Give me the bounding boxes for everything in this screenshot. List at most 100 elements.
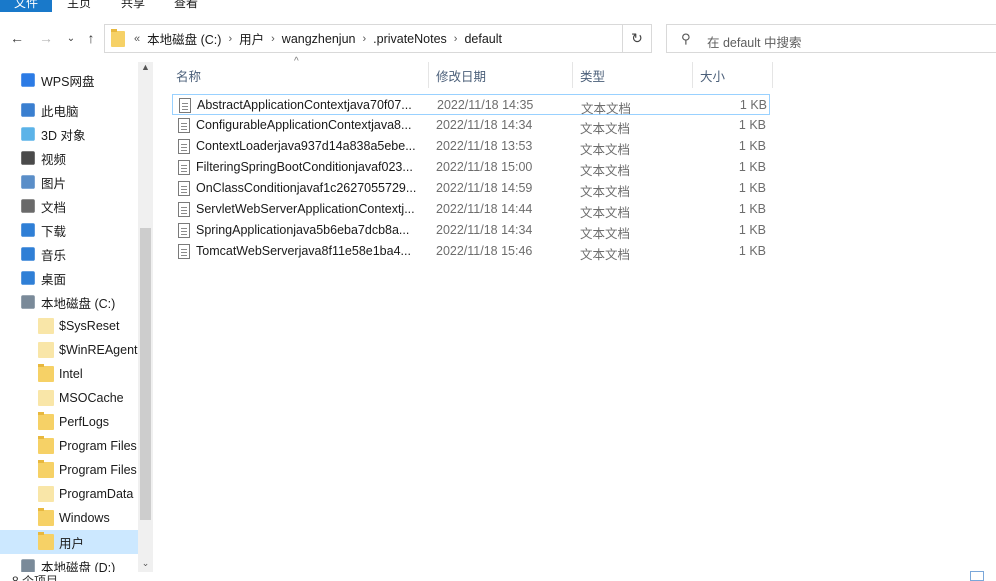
column-size[interactable]: 大小: [700, 62, 725, 88]
tab-share[interactable]: 共享: [121, 0, 145, 12]
file-row[interactable]: TomcatWebServerjava8f11e58e1ba4... 2022/1…: [172, 241, 770, 262]
nav-item[interactable]: 此电脑: [20, 98, 79, 122]
tab-view[interactable]: 查看: [174, 0, 198, 12]
column-divider[interactable]: [772, 62, 773, 88]
column-divider[interactable]: [572, 62, 573, 88]
music-icon: [21, 247, 35, 261]
column-divider[interactable]: [692, 62, 693, 88]
nav-item-label: Program Files: [59, 439, 137, 453]
folder-icon: [38, 460, 54, 478]
file-date: 2022/11/18 13:53: [436, 139, 533, 153]
nav-item-label: 3D 对象: [41, 128, 86, 143]
file-row[interactable]: OnClassConditionjavaf1c2627055729... 2022…: [172, 178, 770, 199]
crumb-separator-icon[interactable]: ›: [225, 33, 235, 45]
nav-item[interactable]: 桌面: [20, 266, 66, 290]
file-row[interactable]: ContextLoaderjava937d14a838a5ebe... 2022/…: [172, 136, 770, 157]
back-button[interactable]: ←: [6, 26, 28, 50]
column-divider[interactable]: [428, 62, 429, 88]
file-date: 2022/11/18 14:59: [436, 181, 533, 195]
nav-item-label: Program Files: [59, 463, 137, 477]
refresh-button[interactable]: ↻: [622, 24, 652, 53]
nav-item[interactable]: 图片: [20, 170, 66, 194]
file-name: ServletWebServerApplicationContextj...: [196, 202, 415, 216]
nav-item[interactable]: 音乐: [20, 242, 66, 266]
download-icon: [21, 223, 35, 237]
sort-ascending-icon: ^: [294, 56, 299, 67]
nav-item[interactable]: $SysReset: [38, 314, 119, 338]
crumb-separator-icon[interactable]: ›: [359, 33, 369, 45]
nav-item-label: 音乐: [41, 248, 67, 263]
nav-item[interactable]: 本地磁盘 (C:): [20, 290, 115, 314]
nav-scrollbar[interactable]: ▲ ⌄: [138, 62, 153, 572]
nav-item-label: Intel: [59, 367, 83, 381]
nav-item-label: 此电脑: [41, 104, 79, 119]
arrow-left-icon: ←: [10, 30, 24, 46]
recent-locations-button[interactable]: ⌄: [60, 26, 82, 50]
nav-item[interactable]: $WinREAgent: [38, 338, 138, 362]
file-date: 2022/11/18 15:46: [436, 244, 533, 258]
text-file-icon: [178, 244, 190, 259]
crumb-drive-c[interactable]: 本地磁盘 (C:): [143, 29, 225, 48]
scroll-thumb[interactable]: [140, 228, 151, 520]
column-type[interactable]: 类型: [580, 62, 605, 88]
nav-item-label: 图片: [41, 176, 67, 191]
file-row[interactable]: ServletWebServerApplicationContextj... 20…: [172, 199, 770, 220]
text-file-icon: [178, 181, 190, 196]
nav-item[interactable]: 本地磁盘 (D:): [20, 554, 115, 572]
crumb-private-notes[interactable]: .privateNotes: [369, 32, 451, 46]
folder-icon: [38, 532, 54, 550]
text-file-icon: [178, 202, 190, 217]
crumb-default[interactable]: default: [460, 32, 506, 46]
column-date[interactable]: 修改日期: [436, 62, 486, 88]
scroll-up-icon[interactable]: ▲: [138, 62, 153, 76]
nav-item[interactable]: PerfLogs: [38, 410, 109, 434]
file-name: TomcatWebServerjava8f11e58e1ba4...: [196, 244, 411, 258]
nav-item[interactable]: MSOCache: [38, 386, 124, 410]
file-row[interactable]: ConfigurableApplicationContextjava8... 20…: [172, 115, 770, 136]
nav-item[interactable]: Windows: [38, 506, 110, 530]
file-type: 文本文档: [580, 122, 631, 136]
arrow-up-icon: ↑: [87, 30, 95, 46]
file-name: AbstractApplicationContextjava70f07...: [197, 98, 412, 112]
nav-item[interactable]: 用户: [0, 530, 138, 554]
crumb-separator-icon[interactable]: ›: [451, 33, 461, 45]
tab-home[interactable]: 主页: [67, 0, 91, 12]
nav-item[interactable]: 下载: [20, 218, 66, 242]
file-type: 文本文档: [580, 185, 631, 199]
nav-item-label: 本地磁盘 (C:): [41, 296, 116, 311]
folder-pale-icon: [38, 486, 54, 502]
arrow-right-icon: →: [39, 30, 53, 46]
scroll-down-icon[interactable]: ⌄: [138, 558, 153, 572]
nav-item[interactable]: WPS网盘: [20, 68, 94, 92]
nav-item[interactable]: 文档: [20, 194, 66, 218]
crumb-user-home[interactable]: wangzhenjun: [278, 32, 360, 46]
nav-item-label: $SysReset: [59, 319, 120, 333]
nav-item[interactable]: ProgramData: [38, 482, 133, 506]
nav-item-label: $WinREAgent: [59, 343, 138, 357]
breadcrumb: « 本地磁盘 (C:) › 用户 › wangzhenjun › .privat…: [131, 25, 506, 52]
nav-item[interactable]: Intel: [38, 362, 83, 386]
file-name: OnClassConditionjavaf1c2627055729...: [196, 181, 417, 195]
crumb-separator-icon[interactable]: ›: [268, 33, 278, 45]
forward-button[interactable]: →: [35, 26, 57, 50]
details-view-icon[interactable]: [970, 571, 984, 581]
column-name[interactable]: 名称: [176, 62, 201, 88]
nav-item[interactable]: Program Files: [38, 434, 137, 458]
tab-file[interactable]: 文件: [0, 0, 52, 12]
search-input[interactable]: 在 default 中搜索: [707, 32, 801, 51]
file-size: 1 KB: [738, 223, 766, 237]
nav-item-label: PerfLogs: [59, 415, 110, 429]
folder-icon: [38, 412, 54, 430]
file-row[interactable]: SpringApplicationjava5b6eba7dcb8a... 2022…: [172, 220, 770, 241]
file-row[interactable]: AbstractApplicationContextjava70f07... 20…: [172, 94, 770, 116]
nav-item[interactable]: 视频: [20, 146, 66, 170]
overflow-chevron-icon[interactable]: «: [131, 33, 143, 45]
file-row[interactable]: FilteringSpringBootConditionjavaf023... 2…: [172, 157, 770, 178]
nav-item[interactable]: Program Files: [38, 458, 137, 482]
address-bar[interactable]: « 本地磁盘 (C:) › 用户 › wangzhenjun › .privat…: [104, 24, 713, 53]
nav-item[interactable]: 3D 对象: [20, 122, 85, 146]
search-box[interactable]: ⚲ 在 default 中搜索: [666, 24, 996, 53]
file-date: 2022/11/18 14:34: [436, 118, 533, 132]
crumb-users[interactable]: 用户: [235, 29, 268, 48]
up-button[interactable]: ↑: [80, 26, 102, 50]
